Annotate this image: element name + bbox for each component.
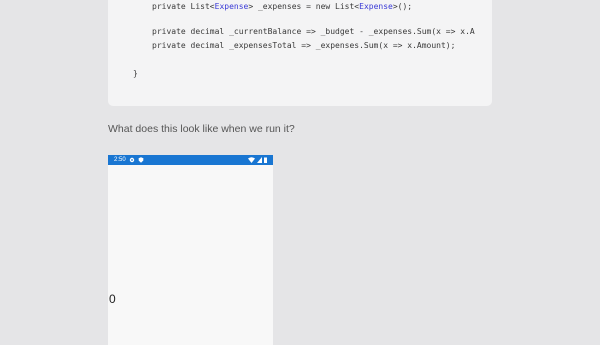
code-closing-brace: } <box>133 69 138 78</box>
signal-icon <box>257 157 262 163</box>
code-line-expenses-total: private decimal _expensesTotal => _expen… <box>152 41 456 50</box>
code-text: private List< <box>152 2 215 11</box>
code-text: > _expenses = new List< <box>248 2 360 11</box>
code-text: >(); <box>392 2 413 11</box>
code-type-name: Expense <box>214 2 249 11</box>
phone-screenshot: 2:50 0 <box>108 155 273 345</box>
shield-icon <box>138 157 144 163</box>
code-type-name: Expense <box>359 2 393 11</box>
code-line-expenses-list: private List<Expense> _expenses = new Li… <box>152 2 412 12</box>
wifi-icon <box>248 157 255 163</box>
status-time: 2:50 <box>114 157 126 163</box>
status-bar: 2:50 <box>108 155 273 165</box>
balance-label: 0 <box>109 292 116 306</box>
settings-icon <box>129 157 135 163</box>
battery-icon <box>264 157 267 163</box>
code-line-current-balance: private decimal _currentBalance => _budg… <box>152 27 475 36</box>
code-block: private List<Expense> _expenses = new Li… <box>108 0 492 106</box>
prose-question: What does this look like when we run it? <box>108 123 295 135</box>
